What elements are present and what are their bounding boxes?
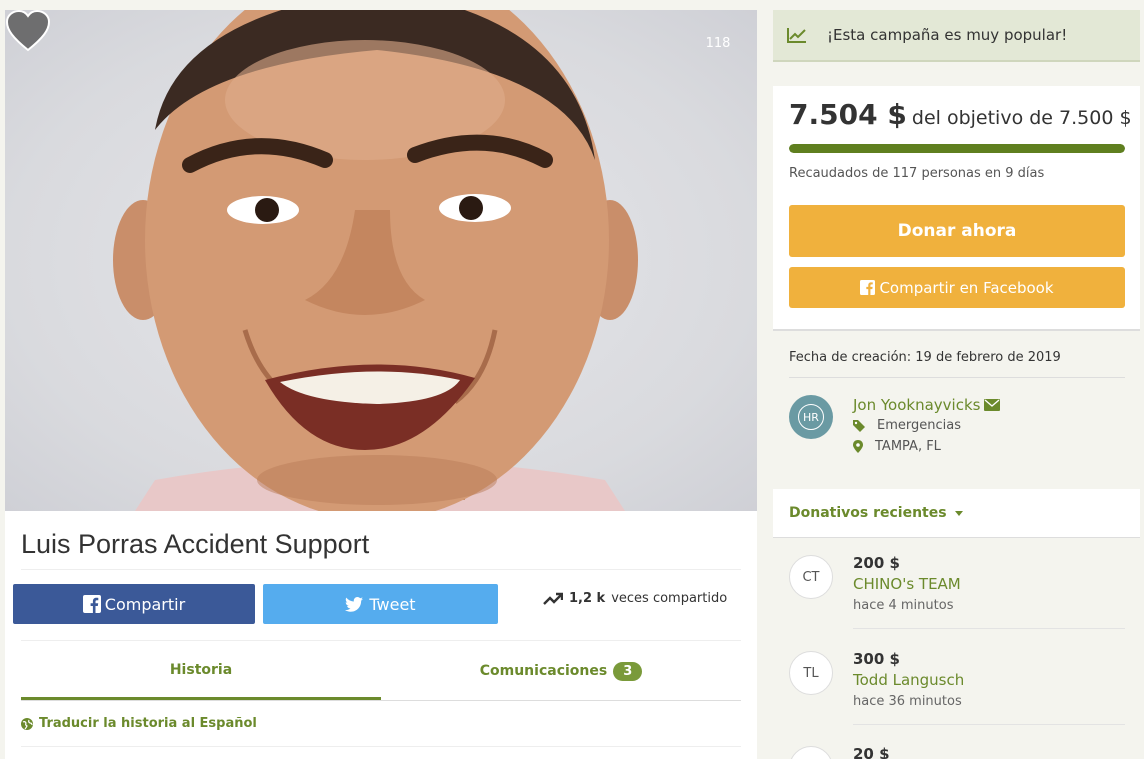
- tweet-label: Tweet: [369, 594, 416, 614]
- donor-name: CHINO's TEAM: [853, 575, 961, 593]
- map-marker-icon: [853, 440, 863, 453]
- donor-avatar: TL: [789, 651, 833, 695]
- translate-divider: [21, 746, 741, 747]
- donor-avatar: CT: [789, 555, 833, 599]
- tab-history[interactable]: Historia: [21, 662, 381, 678]
- donation-time: hace 4 minutos: [853, 598, 954, 613]
- funding-card: 7.504 $ del objetivo de 7.500 $ Recaudad…: [773, 86, 1140, 331]
- donation-amount: 300 $: [853, 650, 900, 668]
- tag-icon: [853, 419, 865, 432]
- shared-count-label: veces compartido: [611, 591, 728, 606]
- campaign-main: 118 Luis Porras Accident Support Compart…: [5, 10, 757, 759]
- share-divider: [21, 640, 741, 641]
- progress-bar: [789, 144, 1125, 153]
- popular-banner: ¡Esta campaña es muy popular!: [773, 10, 1140, 62]
- popular-banner-text: ¡Esta campaña es muy popular!: [827, 26, 1068, 44]
- share-facebook-button[interactable]: Compartir en Facebook: [789, 267, 1125, 308]
- page-title: Luis Porras Accident Support: [21, 529, 370, 559]
- heart-count: 118: [705, 36, 731, 51]
- shared-count: 1,2 k veces compartido: [543, 591, 727, 606]
- location: TAMPA, FL: [875, 439, 941, 454]
- donation-time: hace 36 minutos: [853, 694, 962, 709]
- recent-donations-toggle[interactable]: Donativos recientes: [789, 505, 963, 521]
- raised-amount: 7.504 $: [789, 98, 907, 131]
- recent-donations-header[interactable]: Donativos recientes: [773, 489, 1140, 538]
- portrait-illustration: [113, 10, 638, 511]
- donate-button[interactable]: Donar ahora: [789, 205, 1125, 257]
- location-row: TAMPA, FL: [853, 439, 941, 454]
- trending-up-icon: [543, 592, 563, 605]
- facebook-share-button[interactable]: Compartir: [13, 584, 255, 624]
- donation-amount: 20 $: [853, 745, 890, 759]
- share-facebook-label: Compartir en Facebook: [879, 278, 1054, 297]
- translate-link[interactable]: Traducir la historia al Español: [21, 716, 257, 731]
- category-row: Emergencias: [853, 418, 961, 433]
- globe-icon: [21, 717, 33, 730]
- organizer-avatar[interactable]: HR: [789, 395, 833, 439]
- tab-updates-label: Comunicaciones: [479, 663, 608, 679]
- tab-divider: [21, 700, 741, 701]
- facebook-icon: [82, 595, 101, 613]
- campaign-photo: 118: [5, 10, 757, 511]
- twitter-icon: [345, 596, 364, 612]
- tweet-button[interactable]: Tweet: [263, 584, 498, 624]
- donor-name: Todd Langusch: [853, 671, 965, 689]
- caret-down-icon: [954, 510, 963, 516]
- envelope-icon[interactable]: [984, 399, 1001, 411]
- organizer-initials: HR: [798, 404, 824, 430]
- donation-amount: 200 $: [853, 554, 900, 572]
- donor-avatar: [789, 746, 833, 759]
- donation-divider: [853, 724, 1125, 725]
- progress-bar-fill: [789, 144, 1125, 153]
- chart-line-icon: [787, 28, 806, 43]
- creation-date: Fecha de creación: 19 de febrero de 2019: [789, 350, 1061, 365]
- facebook-share-label: Compartir: [104, 594, 186, 614]
- title-divider: [21, 569, 741, 570]
- goal-amount: del objetivo de 7.500 $: [911, 107, 1132, 129]
- translate-label: Traducir la historia al Español: [39, 716, 257, 731]
- facebook-icon: [860, 280, 876, 295]
- updates-count-badge: 3: [613, 662, 643, 681]
- shared-count-value: 1,2 k: [569, 591, 606, 606]
- funding-summary: 7.504 $ del objetivo de 7.500 $: [789, 98, 1132, 131]
- recent-donations-title: Donativos recientes: [789, 505, 947, 521]
- heart-icon[interactable]: [5, 10, 51, 52]
- donation-divider: [853, 628, 1125, 629]
- tab-updates[interactable]: Comunicaciones 3: [381, 662, 741, 681]
- raised-meta: Recaudados de 117 personas en 9 días: [789, 166, 1045, 181]
- creation-divider: [789, 377, 1125, 378]
- category[interactable]: Emergencias: [877, 418, 961, 433]
- organizer-name[interactable]: Jon Yooknayvicks: [853, 396, 980, 414]
- organizer[interactable]: Jon Yooknayvicks: [853, 396, 1001, 414]
